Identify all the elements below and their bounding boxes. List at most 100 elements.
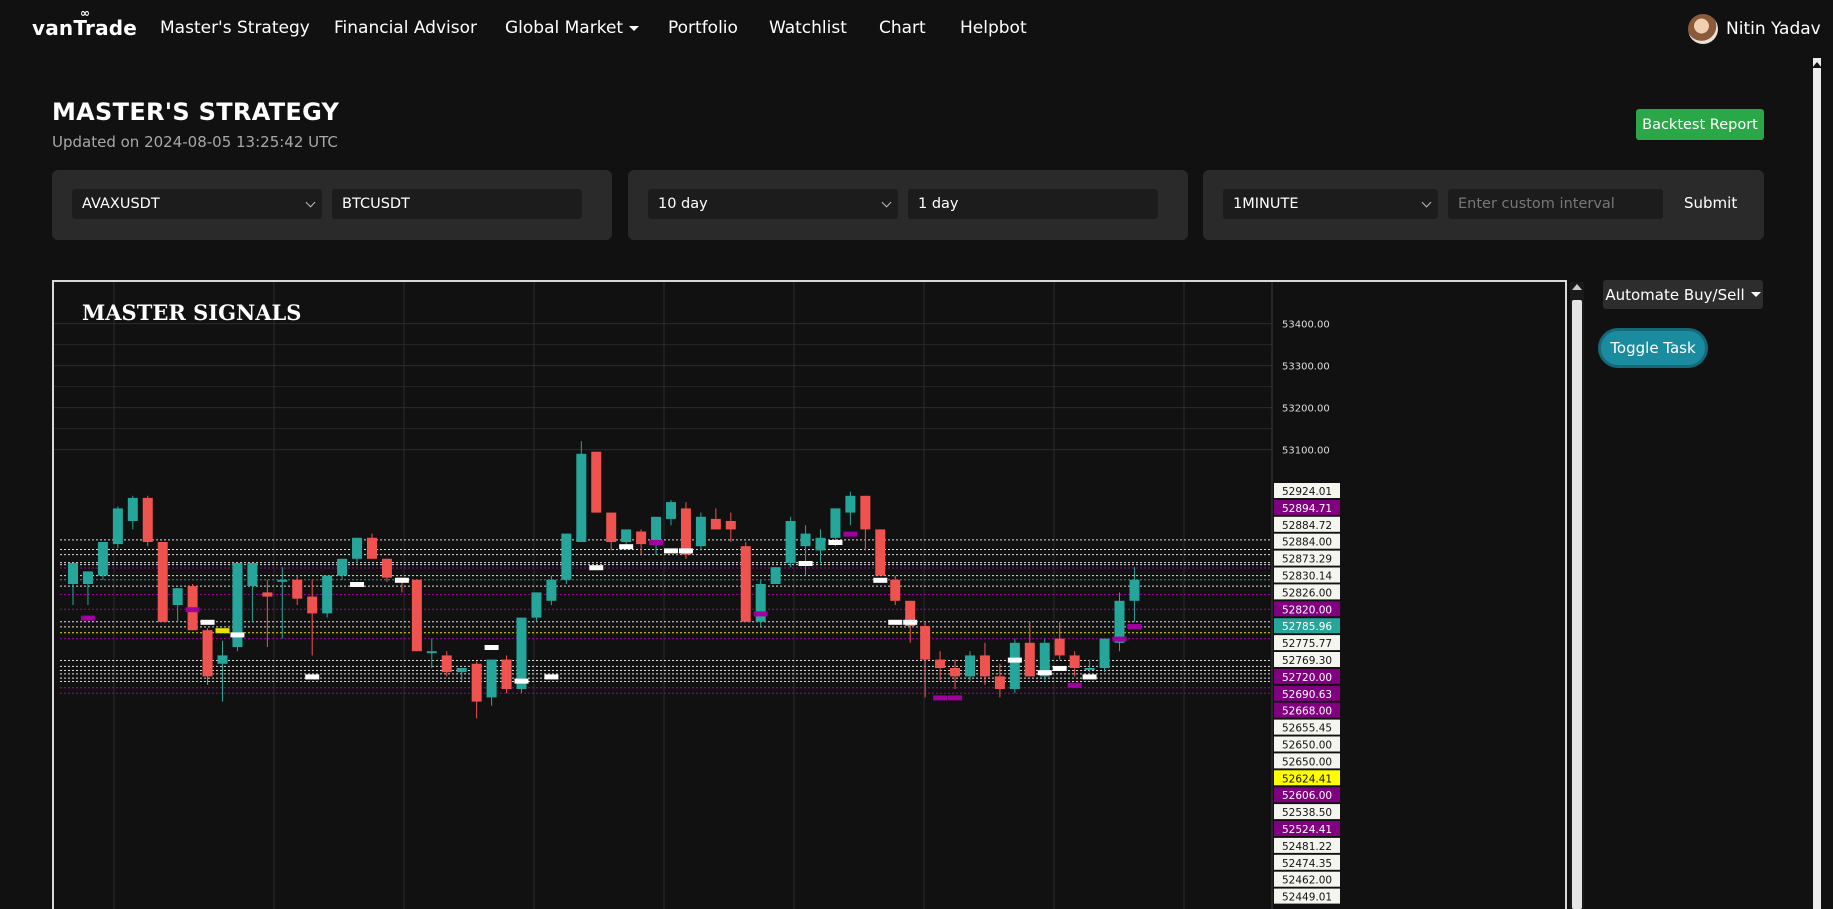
candle-body	[546, 579, 557, 601]
price-label: 52624.41	[1282, 773, 1332, 785]
price-label: 52820.00	[1282, 604, 1332, 616]
nav-chart[interactable]: Chart	[879, 18, 926, 38]
signal-marker	[200, 619, 215, 625]
signal-marker	[888, 619, 903, 625]
signal-marker	[544, 674, 559, 680]
candle-body	[695, 516, 706, 547]
interval-select[interactable]: 1MINUTE	[1223, 189, 1438, 219]
price-label: 52474.35	[1282, 858, 1332, 870]
candle-body	[1099, 638, 1110, 668]
candle-body	[456, 668, 467, 673]
price-label: 52650.00	[1282, 756, 1332, 768]
candle-body	[935, 659, 946, 668]
candle-body	[606, 512, 617, 542]
custom-interval-input[interactable]: Enter custom interval	[1448, 189, 1663, 219]
candle-body	[979, 655, 990, 677]
candle-body	[1069, 655, 1080, 668]
backtest-report-button[interactable]: Backtest Report	[1636, 109, 1764, 140]
candle-body	[830, 508, 841, 538]
signal-marker	[933, 695, 948, 701]
range-panel: 10 day 1 day	[628, 170, 1188, 240]
signal-marker	[305, 674, 320, 680]
price-label: 52830.14	[1282, 571, 1332, 583]
candle-body	[277, 579, 288, 582]
range-select[interactable]: 10 day	[648, 189, 898, 219]
candle-body	[770, 567, 781, 584]
candle-body	[337, 558, 348, 576]
range-input[interactable]: 1 day	[908, 189, 1158, 219]
symbol-panel: AVAXUSDT BTCUSDT	[52, 170, 612, 240]
symbol-input[interactable]: BTCUSDT	[332, 189, 582, 219]
price-label: 52462.00	[1282, 875, 1332, 887]
automate-label: Automate Buy/Sell	[1605, 285, 1745, 304]
interval-select-value: 1MINUTE	[1233, 196, 1299, 212]
signal-marker	[678, 548, 693, 554]
signal-marker	[394, 577, 409, 583]
nav-watchlist[interactable]: Watchlist	[769, 18, 847, 38]
axis-tick-label: 53300.00	[1282, 362, 1330, 373]
signal-marker	[843, 531, 858, 537]
updated-timestamp: Updated on 2024-08-05 13:25:42 UTC	[52, 133, 338, 151]
candle-body	[322, 575, 333, 614]
signal-marker	[514, 678, 529, 684]
signal-marker	[664, 548, 678, 554]
signal-marker	[185, 607, 200, 613]
automate-buy-sell-dropdown[interactable]: Automate Buy/Sell	[1603, 280, 1763, 309]
candle-body	[950, 668, 961, 677]
nav-financial-advisor[interactable]: Financial Advisor	[334, 18, 477, 38]
signal-marker	[484, 645, 499, 650]
candle-body	[576, 453, 587, 542]
nav-portfolio[interactable]: Portfolio	[668, 18, 738, 38]
candle-body	[441, 655, 452, 673]
price-label: 52826.00	[1282, 587, 1332, 599]
chevron-down-icon	[1421, 197, 1432, 208]
candle-body	[142, 497, 153, 542]
candle-body	[621, 529, 632, 542]
symbol-select[interactable]: AVAXUSDT	[72, 189, 322, 219]
nav-masters-strategy[interactable]: Master's Strategy	[160, 18, 310, 38]
chevron-down-icon	[881, 197, 892, 208]
toggle-task-button[interactable]: Toggle Task	[1601, 331, 1705, 365]
chart-scrollbar-thumb[interactable]	[1572, 300, 1582, 909]
price-label: 52884.00	[1282, 537, 1332, 549]
nav-global-market-label: Global Market	[505, 18, 624, 38]
brand-logo[interactable]: vanTrade ∞	[32, 6, 137, 40]
page-scrollbar[interactable]	[1813, 58, 1821, 909]
signal-marker	[903, 619, 918, 625]
candle-body	[1009, 642, 1020, 689]
candle-body	[666, 502, 676, 519]
candle-body	[82, 571, 93, 584]
price-label: 52538.50	[1282, 807, 1332, 819]
user-menu[interactable]: Nitin Yadav	[1688, 14, 1821, 44]
candle-body	[740, 546, 751, 622]
scroll-up-icon[interactable]	[1812, 62, 1822, 68]
candle-body	[800, 533, 811, 547]
user-name: Nitin Yadav	[1726, 19, 1821, 39]
signal-marker	[753, 611, 768, 617]
candle-body	[875, 529, 886, 576]
price-label: 52785.96	[1282, 621, 1332, 633]
nav-global-market[interactable]: Global Market	[505, 18, 640, 38]
axis-tick-label: 53200.00	[1282, 404, 1330, 415]
candle-body	[352, 537, 363, 559]
candlestick-chart[interactable]: 53400.00 53300.00 53200.00 53100.00 52924.01…	[54, 282, 1565, 909]
price-label: 52655.45	[1282, 723, 1332, 735]
chart-container[interactable]: 53400.00 53300.00 53200.00 53100.00 52924.01…	[52, 280, 1567, 909]
candle-body	[1084, 668, 1095, 670]
signal-marker	[589, 565, 604, 571]
scroll-up-icon[interactable]	[1572, 284, 1582, 290]
chevron-down-icon	[305, 197, 316, 208]
candle-body	[994, 676, 1005, 689]
price-label: 52668.00	[1282, 706, 1332, 718]
candle-body	[561, 533, 572, 580]
price-label: 52481.22	[1282, 841, 1332, 853]
candle-body	[202, 630, 213, 677]
candle-body	[920, 626, 931, 660]
nav-helpbot[interactable]: Helpbot	[960, 18, 1027, 38]
submit-button[interactable]: Submit	[1684, 194, 1737, 212]
signal-marker	[1112, 636, 1127, 642]
signal-marker	[215, 628, 230, 634]
candle-body	[247, 563, 258, 587]
candle-body	[636, 531, 647, 545]
candle-body	[725, 521, 736, 530]
